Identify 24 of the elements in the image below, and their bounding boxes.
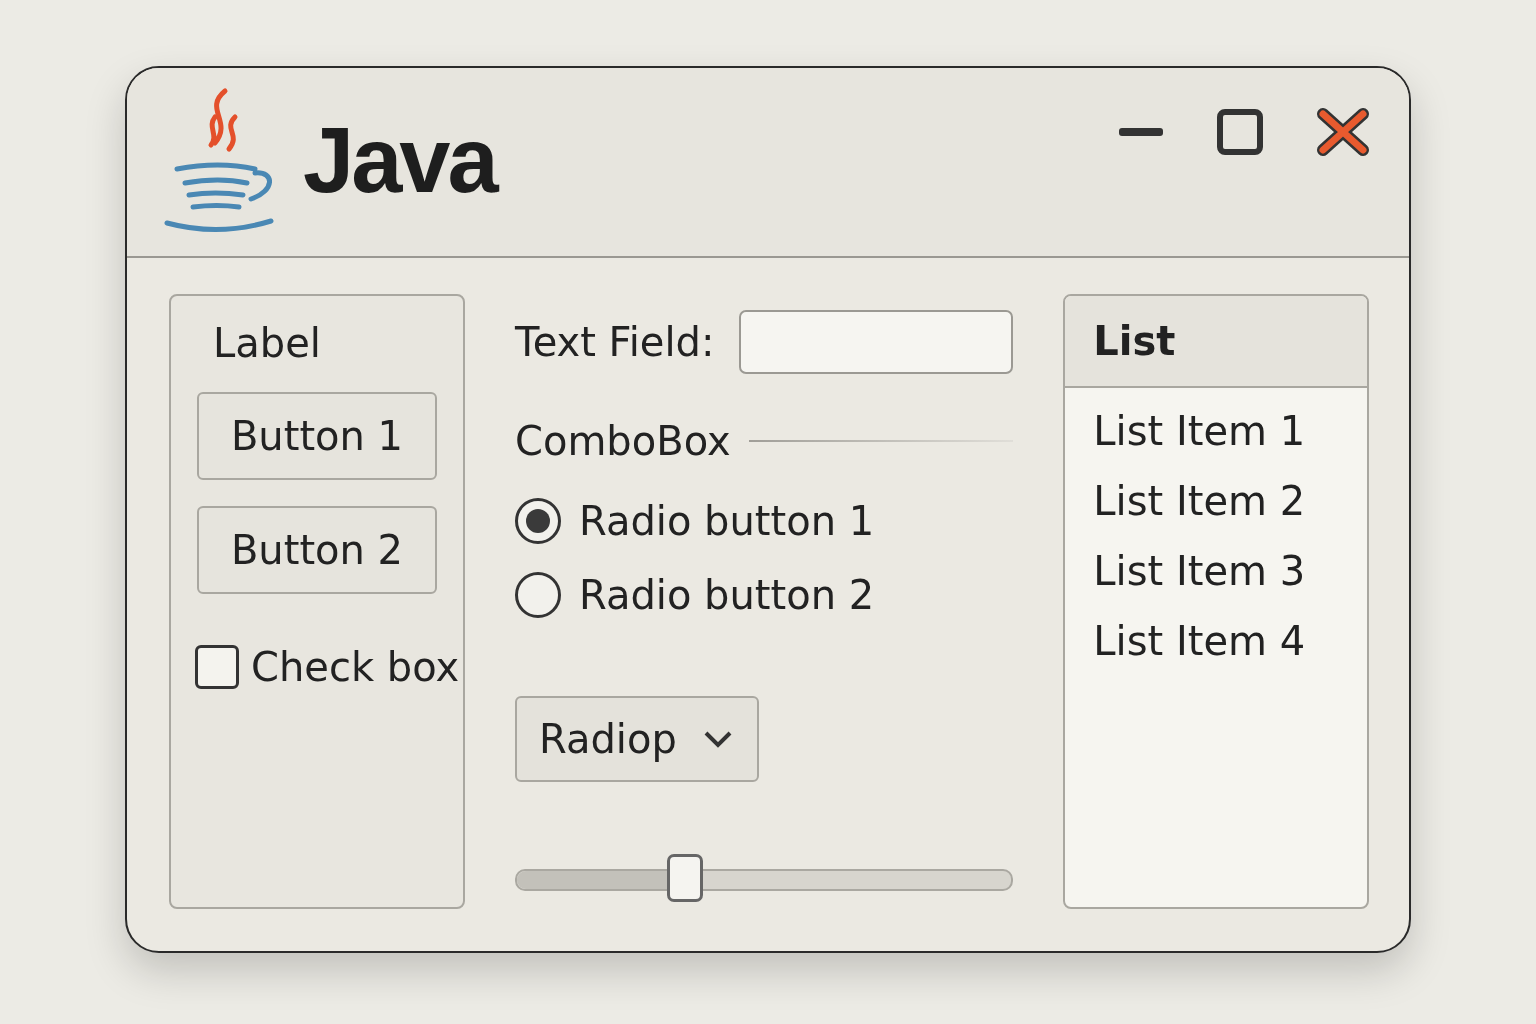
push-button[interactable]: Button 2 [197, 506, 437, 594]
list-item[interactable]: List Item 2 [1065, 466, 1367, 536]
radio-button[interactable] [515, 572, 561, 618]
list-title: List [1093, 318, 1176, 364]
list-item[interactable]: List Item 1 [1065, 396, 1367, 466]
window-title: Java [303, 107, 496, 213]
radio-label: Radio button 1 [579, 498, 875, 544]
panel-label: Label [212, 320, 322, 366]
checkbox-label: Check box [251, 644, 460, 690]
chevron-down-icon [702, 730, 733, 748]
text-field[interactable] [739, 310, 1014, 374]
field-label: Text Field: [515, 319, 715, 365]
list-item[interactable]: List Item 4 [1065, 606, 1367, 676]
minimize-icon[interactable] [1119, 128, 1163, 136]
combobox-label: ComboBox [515, 418, 731, 464]
push-button[interactable]: Button 1 [197, 392, 437, 480]
checkbox[interactable] [195, 645, 239, 689]
maximize-icon[interactable] [1217, 109, 1263, 155]
radio-button[interactable] [515, 498, 561, 544]
close-icon[interactable] [1317, 108, 1369, 156]
slider-thumb[interactable] [667, 854, 704, 902]
dropdown[interactable]: Radiop [515, 696, 759, 782]
list-item[interactable]: List Item 3 [1065, 536, 1367, 606]
radio-label: Radio button 2 [579, 572, 875, 618]
